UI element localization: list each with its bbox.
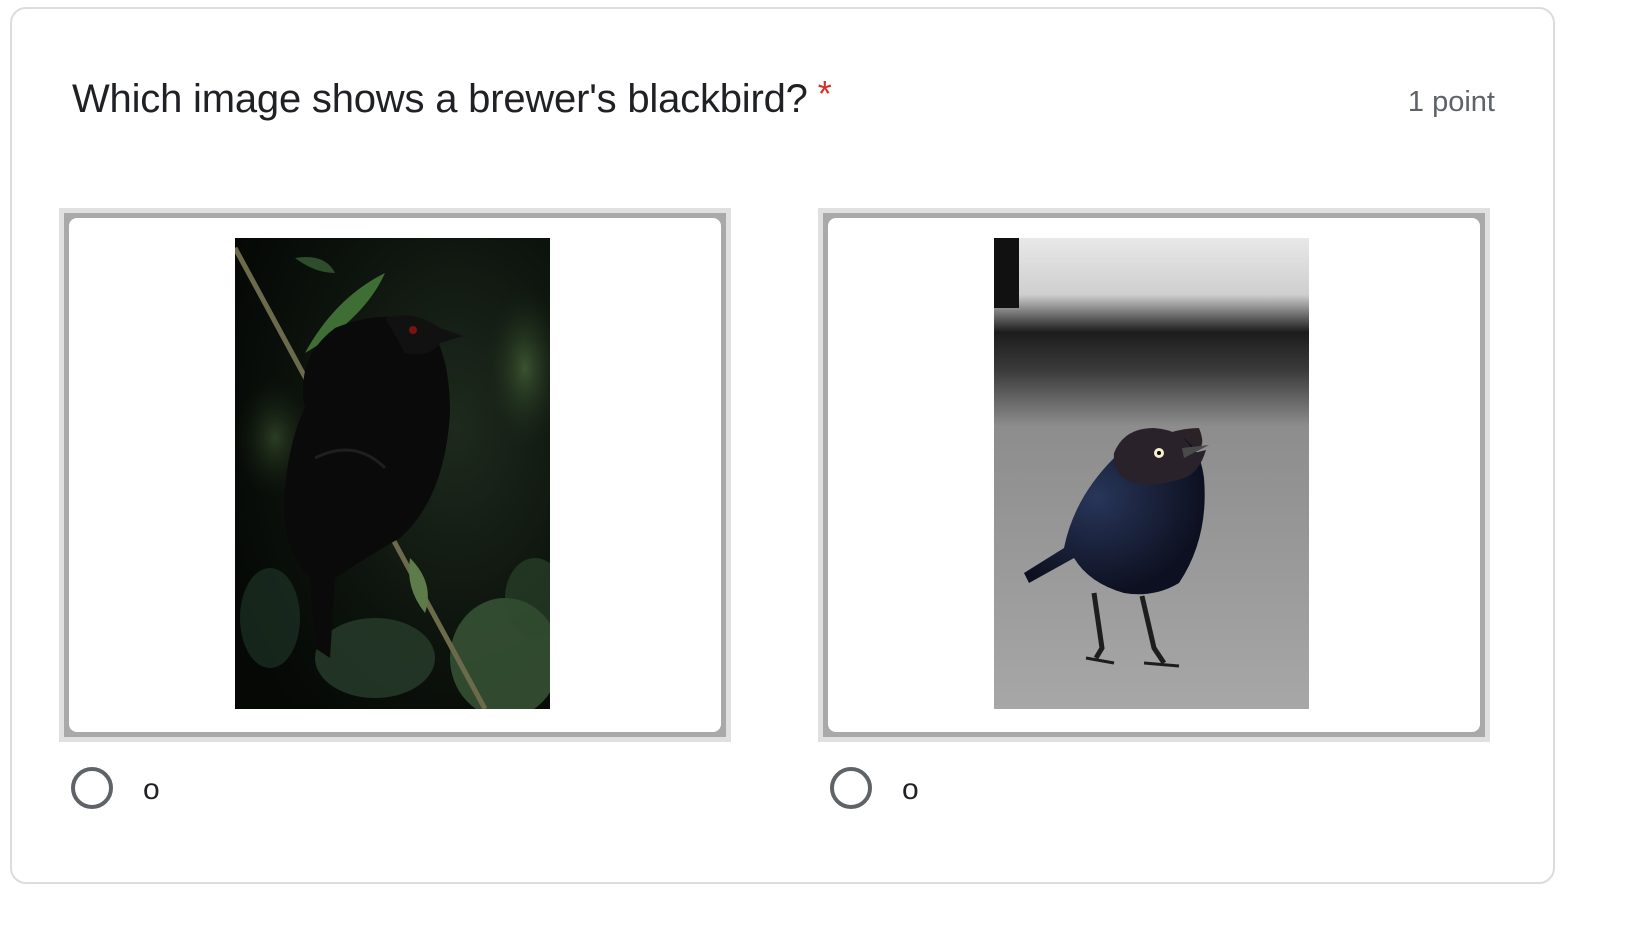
option-label: o [902, 773, 919, 806]
bird-photo-pavement [994, 238, 1309, 709]
option-image-frame[interactable] [818, 208, 1490, 742]
option-image-frame[interactable] [59, 208, 731, 742]
option-label: o [143, 773, 160, 806]
image-option-2: o [818, 208, 1490, 809]
required-asterisk: * [817, 73, 832, 114]
question-card: Which image shows a brewer's blackbird? *… [10, 7, 1555, 884]
question-text: Which image shows a brewer's blackbird? [72, 77, 808, 121]
bird-photo-branch [235, 238, 550, 709]
option-radio-row[interactable]: o [71, 764, 160, 812]
option-image-border [823, 213, 1485, 737]
option-radio-row[interactable]: o [830, 764, 919, 812]
points-value: 1 point [1407, 86, 1495, 118]
option-image-border [64, 213, 726, 737]
radio-button[interactable] [71, 767, 113, 809]
option-image-container [69, 218, 721, 732]
option-image-container [828, 218, 1480, 732]
radio-button[interactable] [830, 767, 872, 809]
image-option-1: o [59, 208, 731, 809]
question-title: Which image shows a brewer's blackbird? * [72, 73, 832, 122]
